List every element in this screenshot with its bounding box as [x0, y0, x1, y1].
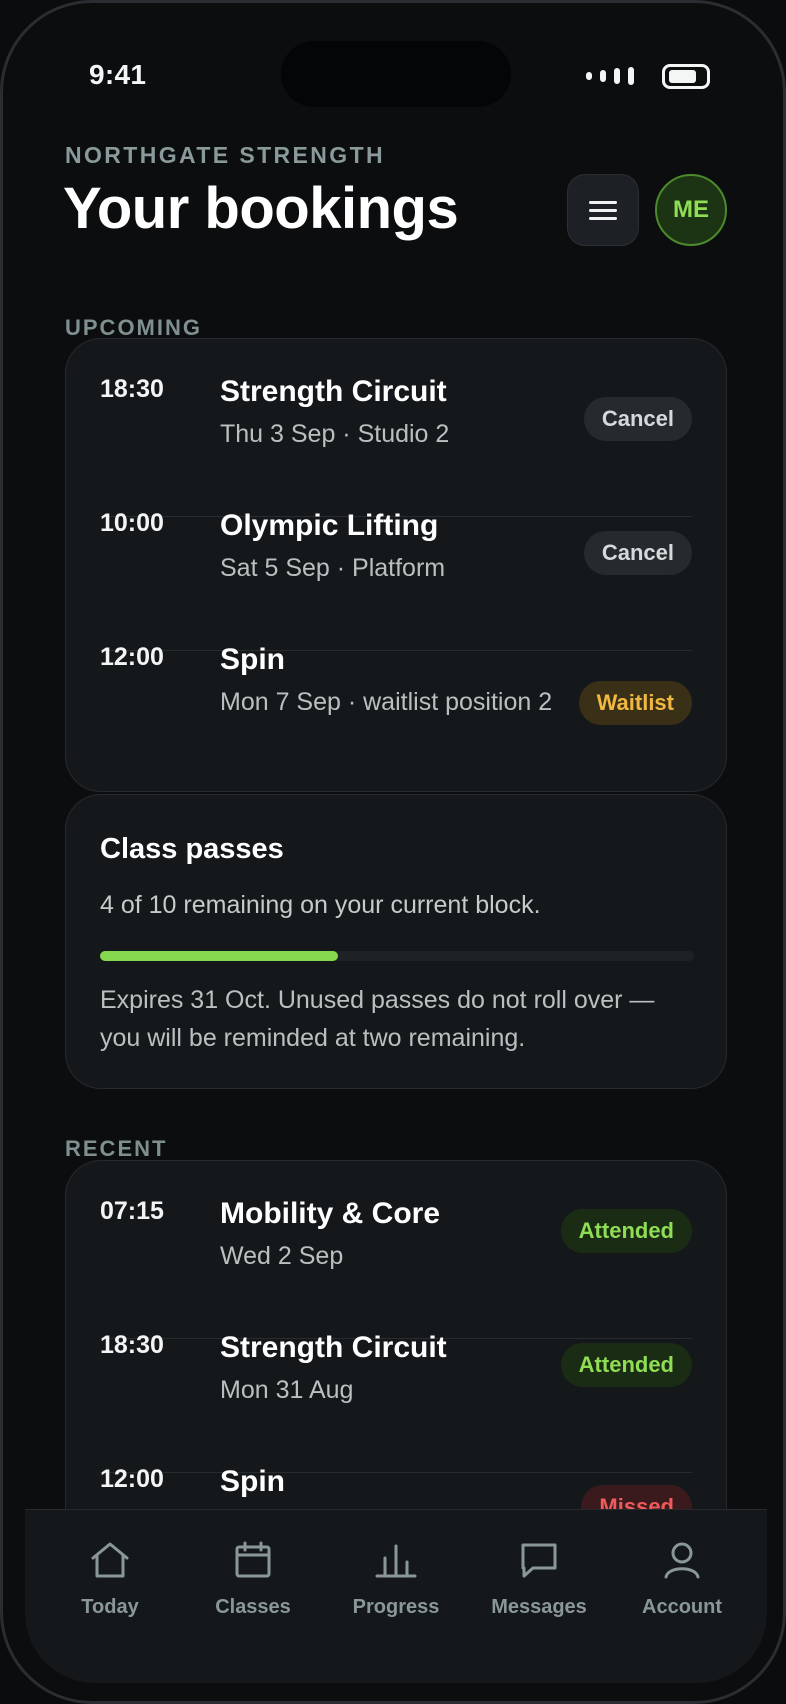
tab-messages[interactable]: Messages	[474, 1540, 604, 1619]
recent-section-label: RECENT	[65, 1136, 168, 1161]
dynamic-island	[281, 41, 511, 107]
signal-icon	[586, 67, 634, 85]
user-icon	[664, 1542, 700, 1579]
tab-today[interactable]: Today	[45, 1540, 175, 1619]
history-class-name: Spin	[220, 1465, 285, 1498]
history-detail: Wed 2 Sep	[220, 1242, 344, 1270]
history-time: 07:15	[100, 1197, 164, 1225]
booking-time: 18:30	[100, 375, 164, 403]
booking-detail: Mon 7 Sep · waitlist position 2	[220, 688, 553, 716]
history-row[interactable]: 07:15 Mobility & Core Wed 2 Sep Attended	[100, 1197, 692, 1339]
tab-label: Progress	[352, 1596, 440, 1618]
booking-time: 12:00	[100, 643, 164, 671]
cancel-button[interactable]: Cancel	[583, 531, 692, 575]
history-time: 18:30	[100, 1331, 164, 1359]
booking-detail: Sat 5 Sep · Platform	[220, 554, 446, 582]
avatar[interactable]: ME	[655, 174, 727, 246]
upcoming-card: 18:30 Strength Circuit Thu 3 Sep · Studi…	[65, 338, 727, 792]
booking-row[interactable]: 12:00 Spin Mon 7 Sep · waitlist position…	[100, 643, 692, 773]
history-time: 12:00	[100, 1465, 164, 1493]
passes-summary: 4 of 10 remaining on your current block.	[100, 891, 541, 919]
history-class-name: Mobility & Core	[220, 1197, 441, 1230]
history-row[interactable]: 18:30 Strength Circuit Mon 31 Aug Attend…	[100, 1331, 692, 1473]
calendar-icon	[235, 1541, 271, 1578]
tab-label: Messages	[491, 1596, 587, 1618]
tab-account[interactable]: Account	[617, 1540, 747, 1619]
page-title: Your bookings	[63, 176, 459, 241]
tab-classes[interactable]: Classes	[188, 1540, 318, 1619]
tab-progress[interactable]: Progress	[331, 1540, 461, 1619]
booking-class-name: Olympic Lifting	[220, 509, 439, 542]
booking-class-name: Spin	[220, 643, 285, 676]
attended-badge: Attended	[560, 1209, 692, 1253]
booking-row[interactable]: 18:30 Strength Circuit Thu 3 Sep · Studi…	[100, 375, 692, 517]
tab-bar: Today Classes Progress Messages Account	[25, 1509, 767, 1683]
booking-class-name: Strength Circuit	[220, 375, 447, 408]
cancel-button[interactable]: Cancel	[583, 397, 692, 441]
bar-chart-icon	[375, 1544, 417, 1578]
phone-frame: 9:41 NORTHGATE STRENGTH Your bookings ME…	[0, 0, 786, 1704]
home-icon	[91, 1542, 129, 1578]
booking-time: 10:00	[100, 509, 164, 537]
battery-icon	[662, 64, 710, 89]
history-class-name: Strength Circuit	[220, 1331, 447, 1364]
message-icon	[521, 1543, 557, 1578]
passes-title: Class passes	[100, 833, 284, 865]
tab-label: Classes	[215, 1596, 291, 1618]
menu-button[interactable]	[567, 174, 639, 246]
passes-progress-fill	[100, 951, 338, 961]
attended-badge: Attended	[560, 1343, 692, 1387]
tab-label: Account	[642, 1596, 722, 1618]
history-detail: Mon 31 Aug	[220, 1376, 354, 1404]
booking-row[interactable]: 10:00 Olympic Lifting Sat 5 Sep · Platfo…	[100, 509, 692, 651]
passes-note: Expires 31 Oct. Unused passes do not rol…	[100, 986, 655, 1052]
tab-label: Today	[81, 1596, 139, 1618]
status-bar: 9:41	[3, 3, 783, 123]
passes-progress-bar	[100, 951, 694, 961]
status-time: 9:41	[89, 59, 147, 90]
waitlist-badge: Waitlist	[578, 681, 692, 725]
booking-detail: Thu 3 Sep · Studio 2	[220, 420, 450, 448]
menu-icon	[589, 200, 617, 204]
class-passes-card: Class passes 4 of 10 remaining on your c…	[65, 794, 727, 1089]
brand-name: NORTHGATE STRENGTH	[65, 142, 386, 168]
